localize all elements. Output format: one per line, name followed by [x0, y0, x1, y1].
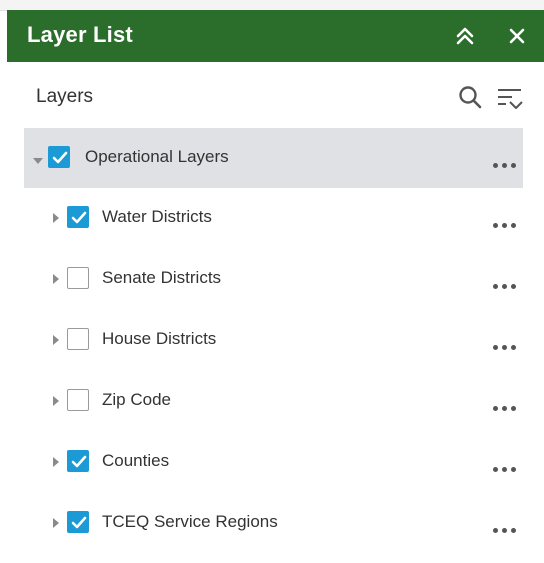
expand-layer-toggle[interactable] — [51, 333, 63, 347]
layer-options-button[interactable] — [493, 282, 519, 290]
layer-label: Senate Districts — [102, 268, 222, 287]
layer-group-row[interactable]: Operational Layers — [24, 128, 523, 188]
checkmark-icon — [52, 151, 68, 164]
layer-options-button[interactable] — [493, 404, 519, 412]
expand-layer-toggle[interactable] — [51, 455, 63, 469]
layer-options-button[interactable] — [493, 343, 519, 351]
layer-options-button[interactable] — [493, 221, 519, 229]
layer-options-button[interactable] — [493, 465, 519, 473]
filter-layers-button[interactable] — [495, 84, 525, 112]
expand-layer-toggle[interactable] — [51, 211, 63, 225]
close-panel-button[interactable] — [505, 24, 529, 48]
collapse-panel-button[interactable] — [453, 24, 477, 48]
layer-checkbox[interactable] — [67, 389, 89, 411]
panel-title: Layer List — [27, 22, 133, 47]
checkmark-icon — [71, 516, 87, 529]
layer-checkbox[interactable] — [67, 511, 89, 533]
layer-checkbox[interactable] — [67, 450, 89, 472]
caret-right-icon — [53, 396, 59, 406]
layer-label: House Districts — [102, 329, 217, 348]
layer-label: Zip Code — [102, 390, 171, 409]
layer-label: TCEQ Service Regions — [102, 512, 278, 531]
expand-group-toggle[interactable] — [32, 153, 44, 167]
layer-row[interactable]: Counties — [7, 432, 544, 492]
layer-checkbox[interactable] — [67, 267, 89, 289]
chevron-double-up-icon — [456, 27, 474, 45]
layer-label: Counties — [102, 451, 170, 470]
filter-list-icon — [498, 89, 523, 109]
layer-checkbox[interactable] — [48, 146, 70, 168]
checkmark-icon — [71, 211, 87, 224]
close-icon — [509, 28, 525, 44]
layer-checkbox[interactable] — [67, 328, 89, 350]
layers-toolbar: Layers — [7, 72, 544, 124]
layer-row[interactable]: Water Districts — [7, 188, 544, 248]
expand-layer-toggle[interactable] — [51, 272, 63, 286]
caret-right-icon — [53, 274, 59, 284]
layer-row[interactable]: House Districts — [7, 310, 544, 370]
app-frame: Layer List Layers Operational Layers Wat… — [0, 0, 544, 563]
layer-options-button[interactable] — [493, 161, 519, 169]
layer-checkbox[interactable] — [67, 206, 89, 228]
panel-header: Layer List — [7, 10, 544, 62]
expand-layer-toggle[interactable] — [51, 516, 63, 530]
layer-row[interactable]: Senate Districts — [7, 249, 544, 309]
layer-label: Operational Layers — [85, 147, 229, 166]
caret-down-icon — [33, 158, 43, 164]
expand-layer-toggle[interactable] — [51, 394, 63, 408]
layer-list-panel: Layer List Layers Operational Layers Wat… — [7, 10, 544, 563]
caret-right-icon — [53, 518, 59, 528]
checkmark-icon — [71, 455, 87, 468]
layer-row[interactable]: Zip Code — [7, 371, 544, 431]
search-layers-button[interactable] — [457, 84, 483, 110]
caret-right-icon — [53, 457, 59, 467]
layer-options-button[interactable] — [493, 526, 519, 534]
layers-heading: Layers — [36, 86, 94, 107]
caret-right-icon — [53, 335, 59, 345]
layer-label: Water Districts — [102, 207, 212, 226]
caret-right-icon — [53, 213, 59, 223]
layer-row[interactable]: TCEQ Service Regions — [7, 493, 544, 553]
search-icon — [459, 86, 482, 109]
